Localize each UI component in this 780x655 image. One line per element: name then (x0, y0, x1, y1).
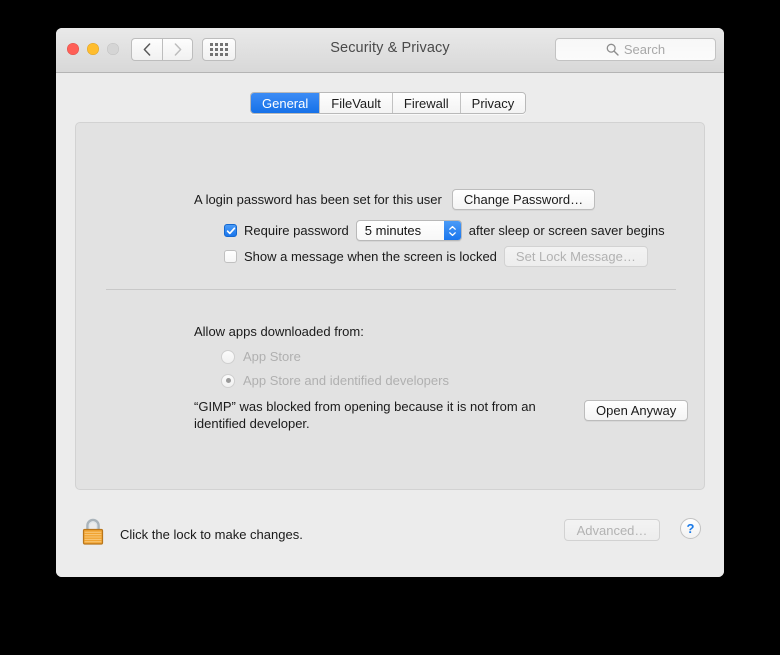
blocked-app-message: “GIMP” was blocked from opening because … (194, 399, 536, 431)
allow-apps-heading: Allow apps downloaded from: (194, 324, 364, 339)
set-lock-message-button[interactable]: Set Lock Message… (503, 246, 648, 267)
change-password-button[interactable]: Change Password… (451, 189, 596, 210)
chevron-left-icon (143, 43, 151, 56)
radio-app-store-identified[interactable] (221, 373, 235, 388)
security-privacy-window: Security & Privacy Search General FileVa… (56, 28, 724, 577)
login-password-label: A login password has been set for this u… (194, 192, 442, 207)
tab-general[interactable]: General (251, 93, 321, 113)
tab-filevault[interactable]: FileVault (320, 93, 393, 113)
radio-row-app-store: App Store (221, 349, 301, 364)
stepper-arrows-icon (443, 221, 461, 240)
checkmark-icon (226, 226, 235, 234)
radio-row-app-store-identified: App Store and identified developers (221, 373, 449, 388)
grid-dots-icon (210, 43, 228, 56)
show-lock-message-row: Show a message when the screen is locked… (224, 246, 648, 267)
search-input[interactable]: Search (555, 38, 716, 61)
chevron-right-icon (174, 43, 181, 56)
require-password-row: Require password 5 minutes after sleep o… (224, 220, 665, 241)
show-lock-message-checkbox[interactable] (224, 250, 237, 263)
forward-button[interactable] (162, 38, 193, 61)
traffic-light-buttons (67, 43, 119, 55)
show-lock-message-label: Show a message when the screen is locked (244, 249, 497, 264)
radio-app-store-identified-label: App Store and identified developers (243, 373, 449, 388)
password-delay-value: 5 minutes (364, 223, 422, 238)
panel-divider (106, 289, 676, 290)
preference-tabs: General FileVault Firewall Privacy (250, 92, 527, 114)
general-settings-panel: A login password has been set for this u… (75, 122, 705, 490)
zoom-window-button (107, 43, 119, 55)
require-password-suffix: after sleep or screen saver begins (468, 223, 665, 238)
window-body: General FileVault Firewall Privacy A log… (56, 73, 724, 577)
blocked-app-row: “GIMP” was blocked from opening because … (194, 398, 689, 432)
require-password-label: Require password (244, 223, 349, 238)
password-delay-select[interactable]: 5 minutes (355, 220, 462, 241)
lock-closed-icon[interactable] (80, 517, 106, 552)
show-all-button[interactable] (202, 38, 236, 61)
minimize-window-button[interactable] (87, 43, 99, 55)
radio-selected-dot (225, 378, 231, 383)
search-placeholder: Search (623, 42, 666, 57)
advanced-button[interactable]: Advanced… (564, 519, 660, 541)
tab-privacy[interactable]: Privacy (460, 93, 526, 113)
open-anyway-button[interactable]: Open Anyway (584, 400, 689, 421)
login-password-row: A login password has been set for this u… (194, 189, 596, 210)
radio-app-store-label: App Store (243, 349, 301, 364)
search-icon (606, 43, 619, 56)
require-password-checkbox[interactable] (224, 224, 237, 237)
chevron-up-icon (448, 225, 456, 230)
lock-control: Click the lock to make changes. (80, 517, 303, 552)
window-titlebar: Security & Privacy Search (56, 28, 724, 73)
allow-apps-heading-row: Allow apps downloaded from: (194, 324, 364, 339)
navigation-buttons (131, 38, 193, 61)
radio-app-store[interactable] (221, 349, 235, 364)
chevron-down-icon (448, 231, 456, 236)
close-window-button[interactable] (67, 43, 79, 55)
lock-instruction-text: Click the lock to make changes. (120, 527, 303, 542)
window-bottom-bar: Click the lock to make changes. Advanced… (56, 503, 724, 577)
help-button[interactable]: ? (680, 518, 701, 539)
tab-firewall[interactable]: Firewall (392, 93, 461, 113)
back-button[interactable] (131, 38, 162, 61)
